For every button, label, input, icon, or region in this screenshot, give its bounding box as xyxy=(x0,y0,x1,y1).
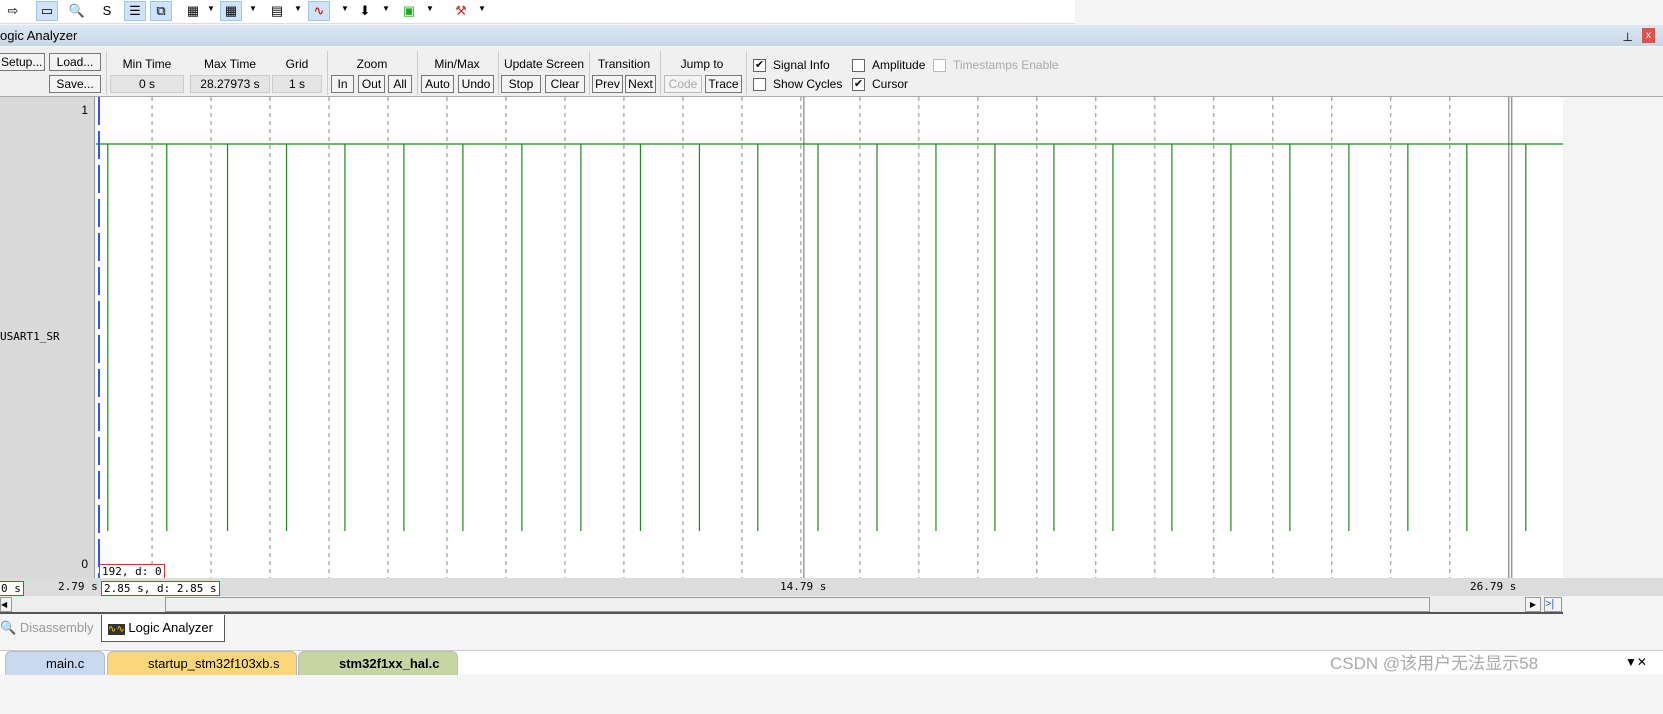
max-time-value: 28.27973 s xyxy=(190,75,270,93)
auto-button[interactable]: Auto xyxy=(421,75,454,93)
cursor-checkbox[interactable]: ✔ xyxy=(852,78,865,91)
tab-logic-analyzer-label: Logic Analyzer xyxy=(128,620,213,635)
file-tab-label: stm32f1xx_hal.c xyxy=(339,656,440,671)
disassembly-icon: 🔍 xyxy=(0,620,17,635)
signal-name[interactable]: USART1_SR xyxy=(0,330,60,343)
watermark: CSDN @该用户无法显示58 xyxy=(1330,654,1539,673)
panel-tabs: 🔍 Disassembly ∿∿ Logic Analyzer xyxy=(0,615,1663,642)
amplitude-label: Amplitude xyxy=(872,58,926,72)
left-time-box: 0 s xyxy=(0,581,24,596)
min-time-label: Min Time xyxy=(122,57,172,71)
logic-analyzer-icon[interactable]: ∿ xyxy=(308,1,330,21)
disassembly-icon[interactable]: 🔍 xyxy=(66,1,88,21)
time-mid-label: 14.79 s xyxy=(780,580,827,593)
run-arrow-icon[interactable]: ⇨ xyxy=(2,1,24,21)
grid-value: 1 s xyxy=(272,75,322,93)
signal-info-checkbox[interactable]: ✔ xyxy=(753,59,766,72)
save-button[interactable]: Save... xyxy=(49,75,101,93)
command-window-icon[interactable]: ▭ xyxy=(36,1,58,21)
trace-icon[interactable]: ⬇ xyxy=(354,1,376,21)
time-left-label: 2.79 s xyxy=(58,580,98,593)
undo-button[interactable]: Undo xyxy=(458,75,494,93)
next-button[interactable]: Next xyxy=(625,75,656,93)
tab-logic-analyzer[interactable]: ∿∿ Logic Analyzer xyxy=(101,615,225,642)
waveform-svg xyxy=(96,97,1563,578)
main-toolbar: ⇨ ▭ 🔍 S ☰ ⧉ ▦ ▼ ▦ ▼ ▤ ▼ ∿ ▼ ⬇ ▼ ▣ ▼ ⚒ ▼ xyxy=(0,0,1075,24)
memory-icon[interactable]: ▦ xyxy=(220,1,242,21)
timestamps-label: Timestamps Enable xyxy=(953,58,1059,72)
symbols-icon[interactable]: S xyxy=(96,1,118,21)
signal-list: 1 USART1_SR 0 xyxy=(0,97,95,578)
tools-icon[interactable]: ⚒ xyxy=(450,1,472,21)
amplitude-checkbox[interactable] xyxy=(852,59,865,72)
window-title: ogic Analyzer xyxy=(0,28,78,43)
analyzer-controls: Setup... Load... Save... Min Time 0 s Ma… xyxy=(0,47,1663,97)
y-min-label: 0 xyxy=(81,557,88,571)
zoom-label: Zoom xyxy=(356,57,388,71)
clear-button[interactable]: Clear xyxy=(545,75,585,93)
logic-analyzer-icon: ∿∿ xyxy=(108,624,125,635)
setup-button[interactable]: Setup... xyxy=(0,53,45,71)
window-titlebar: ogic Analyzer ⊥ x xyxy=(0,25,1663,46)
jump-to-label: Jump to xyxy=(680,57,724,71)
prev-button[interactable]: Prev xyxy=(592,75,623,93)
registers-icon[interactable]: ☰ xyxy=(124,1,146,21)
file-tab-hal[interactable]: stm32f1xx_hal.c xyxy=(298,651,458,675)
tab-disassembly[interactable]: 🔍 Disassembly xyxy=(0,620,94,636)
file-tabs: main.c startup_stm32f103xb.s stm32f1xx_h… xyxy=(0,650,1663,675)
horizontal-scrollbar[interactable]: ◀ ▶ >| xyxy=(0,596,1563,614)
time-right-label: 26.79 s xyxy=(1470,580,1517,593)
scroll-end-icon[interactable]: >| xyxy=(1544,597,1562,612)
file-tab-label: main.c xyxy=(46,656,85,671)
max-time-label: Max Time xyxy=(203,57,256,71)
minmax-label: Min/Max xyxy=(434,57,480,71)
y-max-label: 1 xyxy=(81,103,88,117)
cursor-time-box: 2.85 s, d: 2.85 s xyxy=(101,581,220,596)
jump-trace-button[interactable]: Trace xyxy=(705,75,742,93)
timestamps-checkbox[interactable] xyxy=(933,59,946,72)
file-tab-main[interactable]: main.c xyxy=(5,651,105,675)
scroll-thumb[interactable] xyxy=(165,597,1430,612)
time-axis: 0 s 2.79 s 2.85 s, d: 2.85 s 14.79 s 26.… xyxy=(0,578,1663,596)
show-cycles-checkbox[interactable] xyxy=(753,78,766,91)
transition-label: Transition xyxy=(597,57,651,71)
jump-code-button[interactable]: Code xyxy=(664,75,702,93)
file-tab-startup[interactable]: startup_stm32f103xb.s xyxy=(107,651,297,675)
grid-label: Grid xyxy=(285,57,309,71)
min-time-value: 0 s xyxy=(110,75,184,93)
pin-icon[interactable]: ⊥ xyxy=(1623,27,1633,48)
call-stack-icon[interactable]: ⧉ xyxy=(150,1,172,21)
zoom-out-button[interactable]: Out xyxy=(358,75,385,93)
zoom-in-button[interactable]: In xyxy=(331,75,354,93)
zoom-all-button[interactable]: All xyxy=(388,75,412,93)
show-cycles-label: Show Cycles xyxy=(773,77,843,91)
load-button[interactable]: Load... xyxy=(49,53,101,71)
signal-value-box: 192, d: 0 xyxy=(99,564,165,579)
stop-button[interactable]: Stop xyxy=(501,75,541,93)
close-icon[interactable]: x xyxy=(1642,28,1655,43)
signal-info-label: Signal Info xyxy=(773,58,830,72)
system-viewer-icon[interactable]: ▣ xyxy=(398,1,420,21)
cursor-label: Cursor xyxy=(872,77,909,91)
waveform-plot[interactable]: 192, d: 0 xyxy=(96,97,1563,579)
serial-icon[interactable]: ▤ xyxy=(266,1,288,21)
tabs-dropdown-icon[interactable]: ▼✕ xyxy=(1625,655,1647,669)
scroll-right-icon[interactable]: ▶ xyxy=(1525,597,1541,612)
tab-disassembly-label: Disassembly xyxy=(19,620,94,635)
watch-icon[interactable]: ▦ xyxy=(182,1,204,21)
scroll-left-icon[interactable]: ◀ xyxy=(0,597,12,612)
update-screen-label: Update Screen xyxy=(503,57,585,71)
file-tab-label: startup_stm32f103xb.s xyxy=(148,656,280,671)
